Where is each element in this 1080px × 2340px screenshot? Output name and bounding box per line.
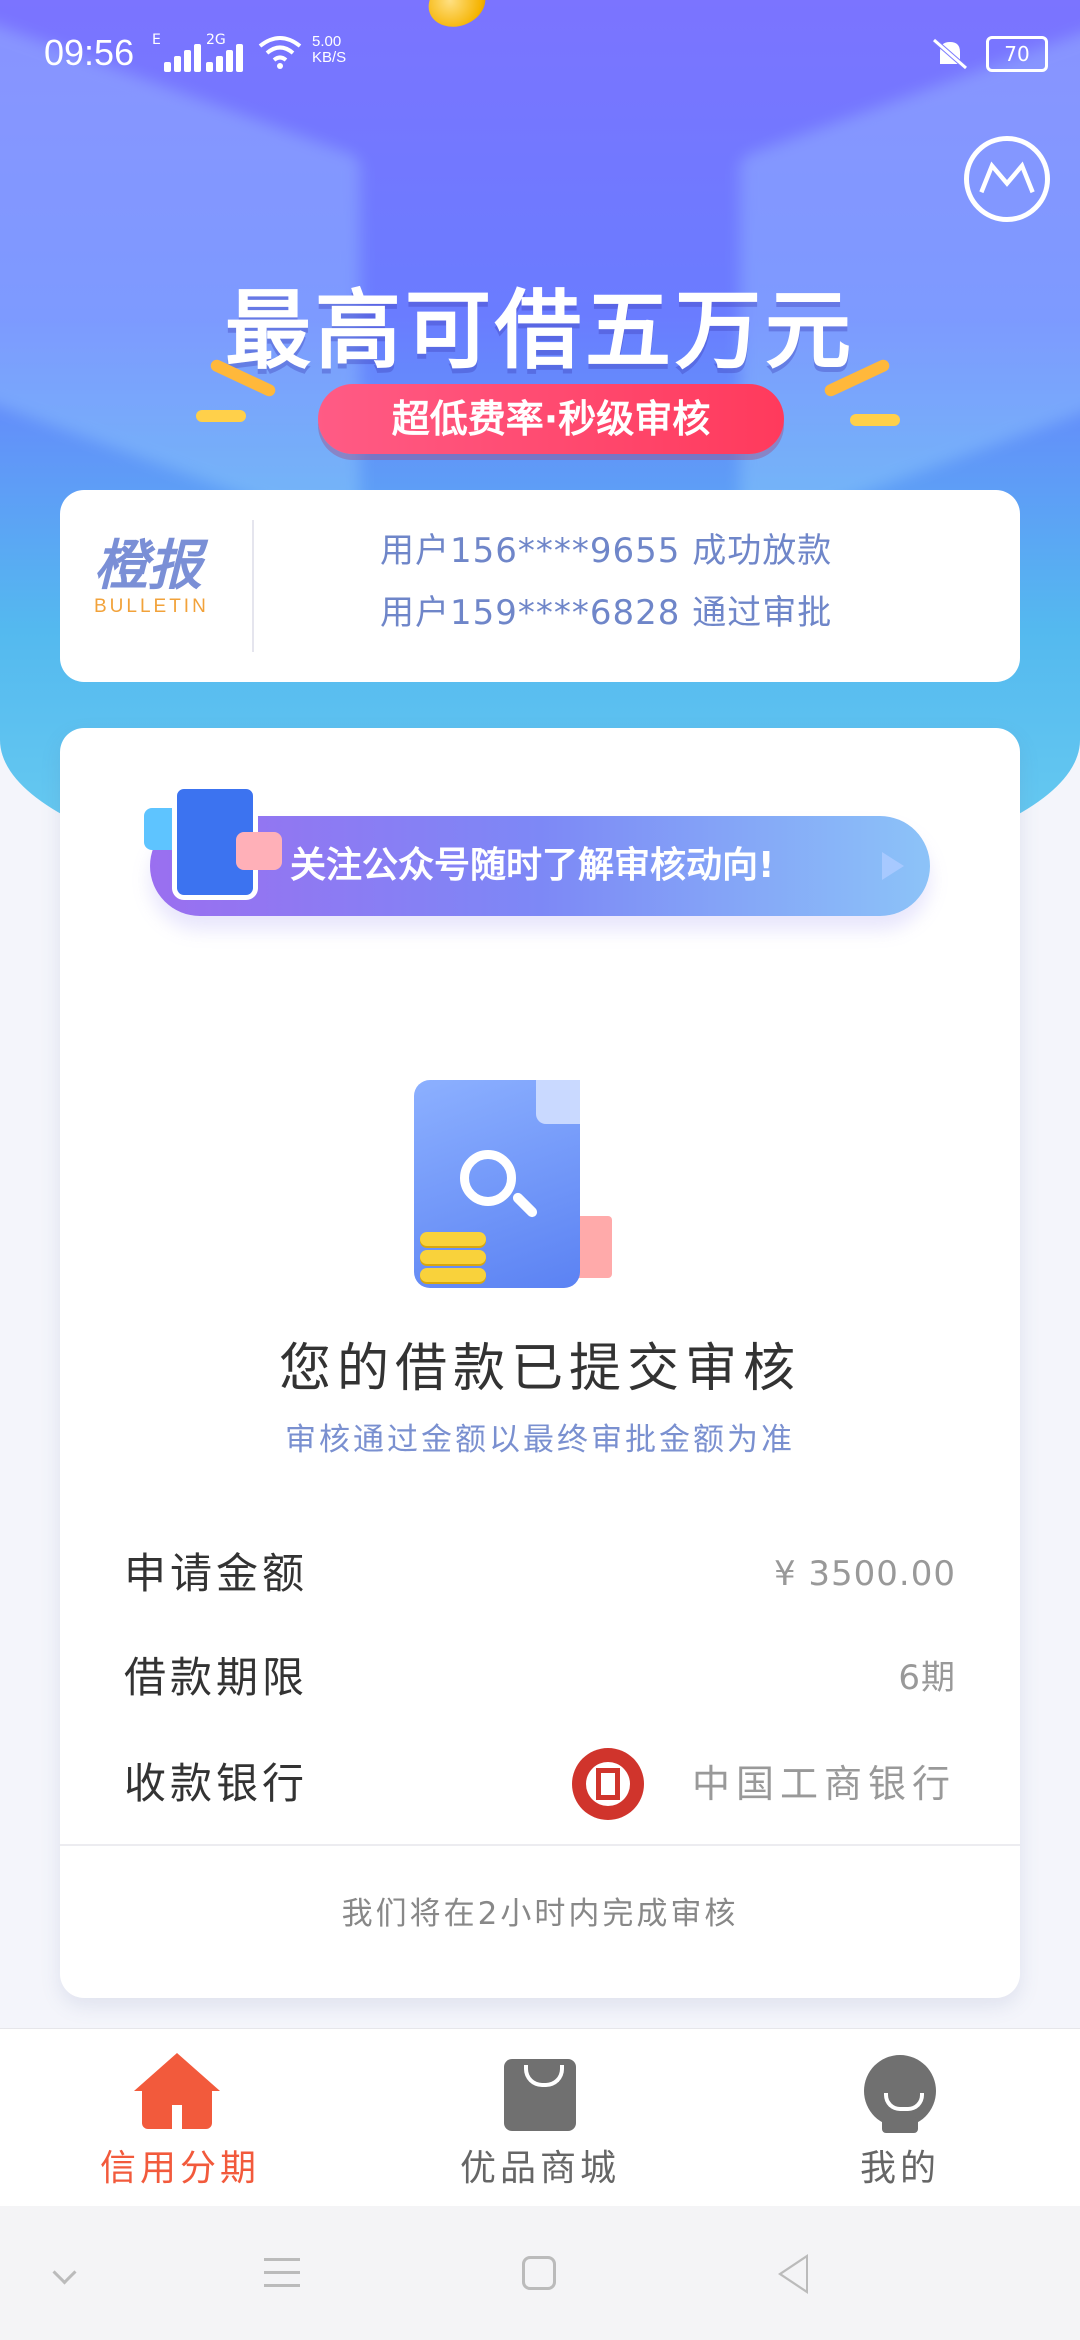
detail-value: ¥ 3500.00 <box>773 1554 956 1594</box>
net-speed: 5.00 KB/S <box>312 34 346 66</box>
detail-label: 申请金额 <box>124 1549 309 1598</box>
tab-shop[interactable]: 优品商城 <box>360 2029 720 2207</box>
detail-value: 6期 <box>898 1658 956 1698</box>
bulletin-line: 用户159****6828 通过审批 <box>380 593 833 633</box>
sim1-type: E <box>152 32 161 48</box>
system-nav-bar <box>0 2206 1080 2340</box>
mute-icon <box>932 38 968 70</box>
detail-value: 中国工商银行 <box>691 1762 956 1806</box>
home-square-icon[interactable] <box>522 2256 556 2290</box>
profile-icon <box>864 2055 936 2133</box>
bottom-tab-bar: 信用分期 优品商城 我的 <box>0 2028 1080 2207</box>
tab-credit-installment[interactable]: 信用分期 <box>0 2029 360 2207</box>
chat-bubble-icon <box>236 832 282 870</box>
home-icon <box>134 2053 220 2129</box>
bank-logo-icon <box>572 1748 644 1820</box>
app-logo-icon[interactable] <box>964 136 1050 222</box>
loan-status-card: 关注公众号随时了解审核动向! 您的借款已提交审核 审核通过金额以最终审批金额为准… <box>60 728 1020 1998</box>
banner-text: 关注公众号随时了解审核动向! <box>290 845 775 886</box>
coins-icon <box>420 1228 486 1282</box>
spark-decoration-right2 <box>850 414 900 426</box>
detail-label: 借款期限 <box>124 1653 309 1702</box>
headline: 最高可借五万元 <box>225 281 855 381</box>
play-arrow-icon <box>882 852 904 880</box>
bulletin-line: 用户156****9655 成功放款 <box>380 531 833 571</box>
status-time: 09:56 <box>44 32 135 73</box>
detail-row-bank: 收款银行 中国工商银行 <box>124 1748 956 1820</box>
bulletin-divider <box>252 520 254 652</box>
rate-pill: 超低费率·秒级审核 <box>318 384 784 454</box>
back-icon[interactable] <box>778 2254 808 2294</box>
bulletin-logo: 橙报 BULLETIN <box>94 536 244 618</box>
bulletin-logo-en: BULLETIN <box>94 596 209 617</box>
bulletin-logo-cn: 橙报 <box>94 534 202 597</box>
net-speed-value: 5.00 <box>312 33 342 50</box>
tab-label: 优品商城 <box>459 2148 620 2189</box>
chevron-down-icon[interactable] <box>52 2260 77 2285</box>
signal2-icon <box>206 36 246 72</box>
review-time-note: 我们将在2小时内完成审核 <box>341 1896 739 1932</box>
signal-icon <box>164 36 204 72</box>
status-title: 您的借款已提交审核 <box>278 1339 801 1399</box>
status-bar: 09:56 E 2G 5.00 KB/S 70 <box>0 18 1080 88</box>
status-subtitle: 审核通过金额以最终审批金额为准 <box>285 1422 795 1458</box>
tab-label: 我的 <box>859 2148 940 2189</box>
battery-indicator: 70 <box>986 36 1048 72</box>
detail-row-amount: 申请金额 ¥ 3500.00 <box>124 1544 956 1604</box>
menu-icon[interactable] <box>264 2258 300 2297</box>
tab-me[interactable]: 我的 <box>720 2029 1080 2207</box>
spark-decoration-left2 <box>196 410 246 422</box>
bulletin-card: 橙报 BULLETIN 用户156****9655 成功放款 用户159****… <box>60 490 1020 682</box>
wifi-icon <box>258 36 302 69</box>
net-speed-unit: KB/S <box>312 49 347 66</box>
shopping-bag-icon <box>504 2059 576 2131</box>
tab-label: 信用分期 <box>99 2148 260 2189</box>
detail-row-term: 借款期限 6期 <box>124 1648 956 1708</box>
card-divider <box>60 1844 1020 1846</box>
bulletin-ticker: 用户156****9655 成功放款 用户159****6828 通过审批 <box>380 520 940 644</box>
detail-label: 收款银行 <box>124 1759 309 1808</box>
